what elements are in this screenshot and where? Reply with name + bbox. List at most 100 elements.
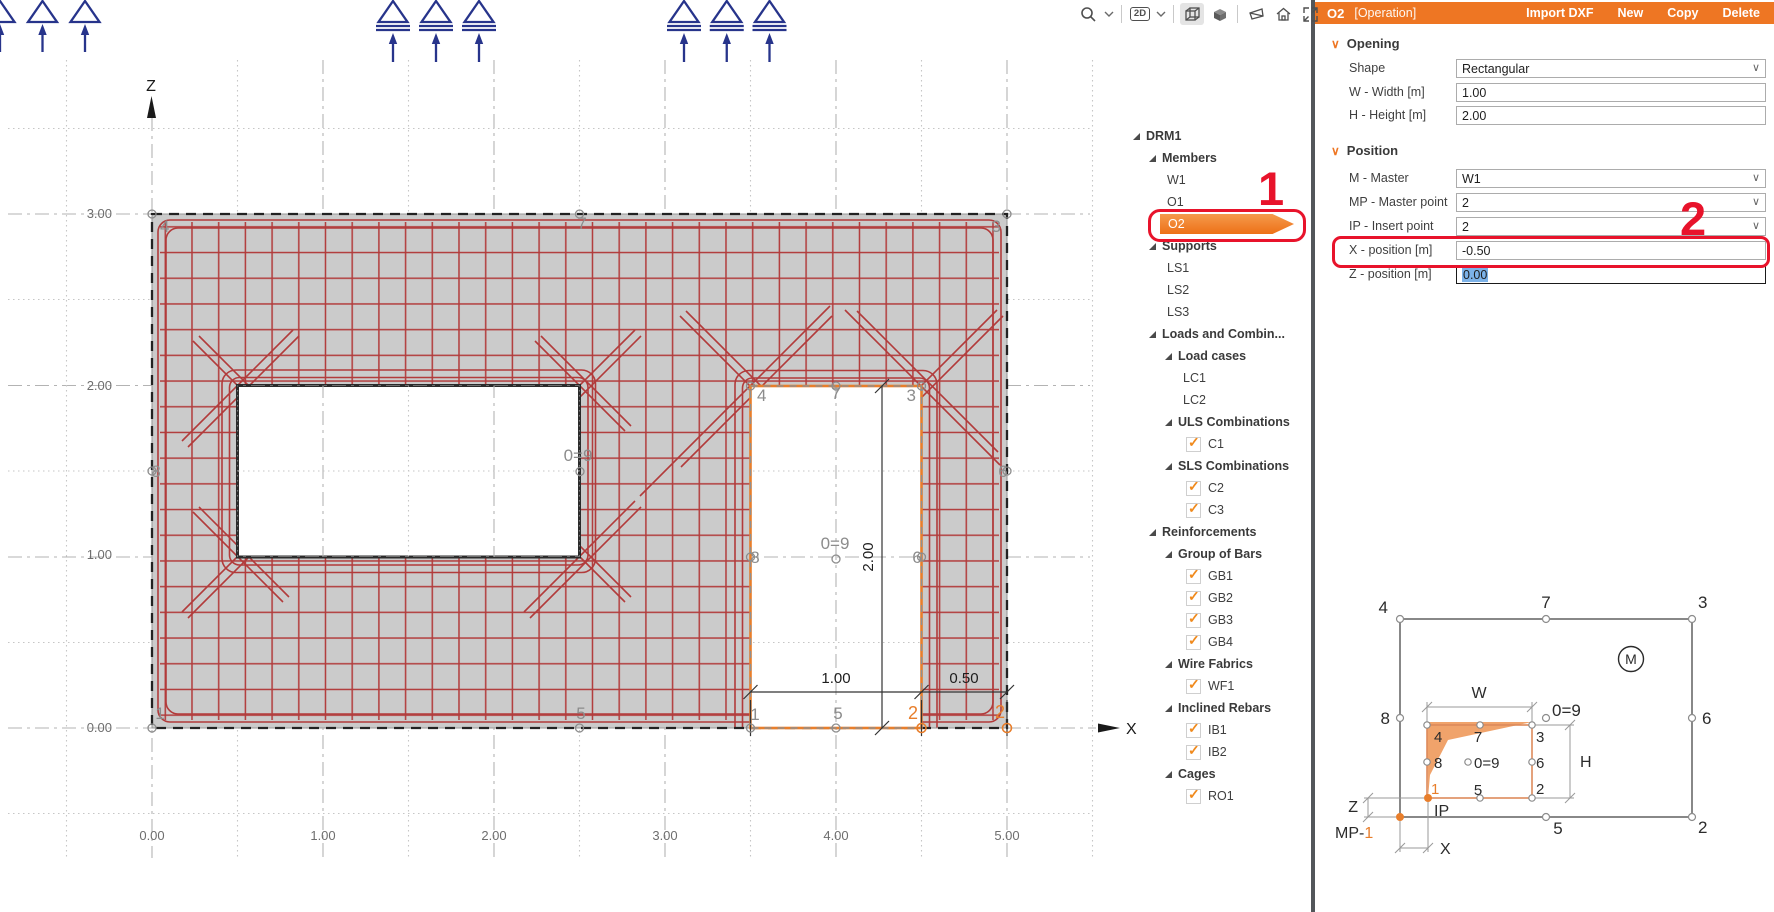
checkbox-checked-icon[interactable] — [1186, 679, 1201, 694]
checkbox-checked-icon[interactable] — [1186, 481, 1201, 496]
tree-item-wire-fabrics[interactable]: Wire Fabrics — [1125, 653, 1313, 675]
tree-item-c2[interactable]: C2 — [1125, 477, 1313, 499]
tree-item-c3[interactable]: C3 — [1125, 499, 1313, 521]
tree-item-ib2[interactable]: IB2 — [1125, 741, 1313, 763]
tree-item-lc1[interactable]: LC1 — [1125, 367, 1313, 389]
checkbox-checked-icon[interactable] — [1186, 437, 1201, 452]
tree-item-loads[interactable]: Loads and Combin... — [1125, 323, 1313, 345]
view-dropdown-chevron[interactable] — [1155, 3, 1167, 25]
tree-item-wf1[interactable]: WF1 — [1125, 675, 1313, 697]
tree-item-members[interactable]: Members — [1125, 147, 1313, 169]
tree-item-c1[interactable]: C1 — [1125, 433, 1313, 455]
svg-text:3: 3 — [1536, 729, 1544, 746]
svg-text:3: 3 — [907, 386, 916, 405]
tree-item-ls2[interactable]: LS2 — [1125, 279, 1313, 301]
checkbox-checked-icon[interactable] — [1186, 569, 1201, 584]
svg-text:3.00: 3.00 — [652, 828, 677, 843]
tree-item-lc2[interactable]: LC2 — [1125, 389, 1313, 411]
tree-item-group-of-bars[interactable]: Group of Bars — [1125, 543, 1313, 565]
tree-item-ls1[interactable]: LS1 — [1125, 257, 1313, 279]
clipping-view-icon[interactable] — [1244, 3, 1268, 25]
expander-icon[interactable] — [1165, 705, 1172, 712]
checkbox-checked-icon[interactable] — [1186, 745, 1201, 760]
svg-text:7: 7 — [1541, 593, 1550, 612]
svg-text:5: 5 — [576, 704, 585, 723]
tree-item-reinforcements[interactable]: Reinforcements — [1125, 521, 1313, 543]
expander-icon[interactable] — [1165, 771, 1172, 778]
annotation-step-2: 2 — [1680, 191, 1706, 246]
svg-text:1: 1 — [155, 704, 164, 723]
checkbox-checked-icon[interactable] — [1186, 723, 1201, 738]
tree-item-gb4[interactable]: GB4 — [1125, 631, 1313, 653]
tree-item-gb1[interactable]: GB1 — [1125, 565, 1313, 587]
tree-item-uls-combinations[interactable]: ULS Combinations — [1125, 411, 1313, 433]
height-label: H - Height [m] — [1349, 108, 1426, 122]
expander-icon[interactable] — [1165, 419, 1172, 426]
zoom-dropdown-chevron[interactable] — [1103, 3, 1115, 25]
tree-item-sls-combinations[interactable]: SLS Combinations — [1125, 455, 1313, 477]
expander-icon[interactable] — [1149, 331, 1156, 338]
chevron-down-icon: ∨ — [1752, 195, 1760, 208]
master-point-dot — [1396, 813, 1404, 821]
fit-to-screen-icon[interactable] — [1298, 3, 1322, 25]
checkbox-checked-icon[interactable] — [1186, 789, 1201, 804]
solid-view-icon[interactable] — [1207, 3, 1231, 25]
shape-select[interactable]: Rectangular∨ — [1456, 59, 1766, 78]
width-input[interactable]: 1.00 — [1456, 83, 1766, 102]
checkbox-checked-icon[interactable] — [1186, 591, 1201, 606]
position-section-header[interactable]: ∨ Position — [1331, 143, 1398, 158]
tree-item-ro1[interactable]: RO1 — [1125, 785, 1313, 807]
home-view-icon[interactable] — [1271, 3, 1295, 25]
expander-icon[interactable] — [1165, 551, 1172, 558]
tree-item-w1[interactable]: W1 — [1125, 169, 1313, 191]
expander-icon[interactable] — [1165, 463, 1172, 470]
svg-text:8: 8 — [750, 548, 759, 567]
expander-icon[interactable] — [1165, 353, 1172, 360]
svg-text:2: 2 — [908, 703, 918, 723]
checkbox-checked-icon[interactable] — [1186, 613, 1201, 628]
zoom-tool-icon[interactable] — [1076, 3, 1100, 25]
delete-button[interactable]: Delete — [1722, 6, 1760, 20]
master-label: M - Master — [1349, 171, 1409, 185]
supports[interactable] — [0, 1, 787, 62]
svg-text:0=9: 0=9 — [1474, 755, 1499, 772]
checkbox-checked-icon[interactable] — [1186, 635, 1201, 650]
svg-text:W: W — [1471, 685, 1487, 702]
new-button[interactable]: New — [1618, 6, 1644, 20]
svg-text:7: 7 — [1474, 729, 1482, 746]
svg-text:1.00: 1.00 — [310, 828, 335, 843]
expander-icon[interactable] — [1149, 155, 1156, 162]
diagram-inner-labels: 4 7 3 8 0=9 6 5 2 — [1434, 729, 1544, 799]
opening-section-header[interactable]: ∨ Opening — [1331, 36, 1400, 51]
tree-item-gb2[interactable]: GB2 — [1125, 587, 1313, 609]
drawing-canvas[interactable]: 1.00 0.50 2.00 — [0, 0, 1315, 912]
insert-point-select[interactable]: 2∨ — [1456, 217, 1766, 236]
tree-item-ib1[interactable]: IB1 — [1125, 719, 1313, 741]
expander-icon[interactable] — [1133, 133, 1140, 140]
import-dxf-button[interactable]: Import DXF — [1526, 6, 1593, 20]
svg-text:7: 7 — [577, 214, 586, 233]
height-input[interactable]: 2.00 — [1456, 106, 1766, 125]
svg-text:0=9: 0=9 — [821, 534, 850, 553]
diagram-point-markers — [1397, 616, 1696, 821]
checkbox-checked-icon[interactable] — [1186, 503, 1201, 518]
svg-text:2.00: 2.00 — [481, 828, 506, 843]
tree-item-ls3[interactable]: LS3 — [1125, 301, 1313, 323]
svg-text:0.00: 0.00 — [87, 720, 112, 735]
svg-text:2: 2 — [1536, 781, 1544, 798]
tree-item-drm1[interactable]: DRM1 — [1125, 125, 1313, 147]
copy-button[interactable]: Copy — [1667, 6, 1698, 20]
master-select[interactable]: W1∨ — [1456, 169, 1766, 188]
tree-item-inclined-rebars[interactable]: Inclined Rebars — [1125, 697, 1313, 719]
tree-item-load-cases[interactable]: Load cases — [1125, 345, 1313, 367]
view-2d-button[interactable]: 2D — [1128, 3, 1152, 25]
expander-icon[interactable] — [1149, 529, 1156, 536]
expander-icon[interactable] — [1149, 243, 1156, 250]
tree-item-cages[interactable]: Cages — [1125, 763, 1313, 785]
shape-row: Shape Rectangular∨ — [1349, 59, 1766, 78]
master-point-select[interactable]: 2∨ — [1456, 193, 1766, 212]
toolbar-separator — [1173, 5, 1174, 23]
expander-icon[interactable] — [1165, 661, 1172, 668]
wireframe-view-icon[interactable] — [1180, 3, 1204, 25]
tree-item-gb3[interactable]: GB3 — [1125, 609, 1313, 631]
